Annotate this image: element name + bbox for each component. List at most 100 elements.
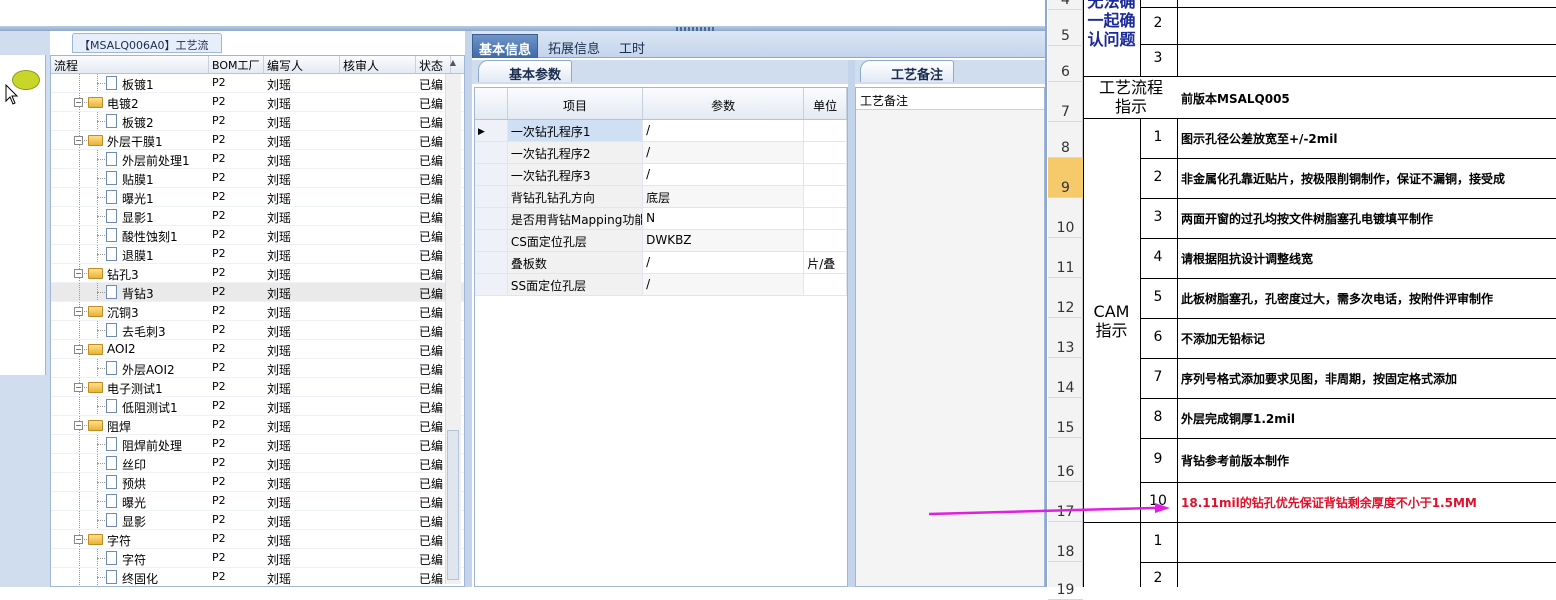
row-number[interactable]: 18 <box>1048 522 1083 562</box>
params-row[interactable]: 一次钻孔程序3/ <box>475 164 847 186</box>
col-bom[interactable]: BOM工厂 <box>209 56 264 73</box>
row-number[interactable]: 19 <box>1048 562 1083 600</box>
tab-work-hours[interactable]: 工时 <box>613 34 651 58</box>
row-number[interactable]: 12 <box>1048 278 1083 318</box>
process-flow-tab[interactable]: 【MSALQ006A0】工艺流程 <box>72 33 222 68</box>
row-indicator[interactable] <box>475 208 508 229</box>
row-number[interactable]: 4 <box>1048 0 1083 10</box>
row-indicator[interactable] <box>475 164 508 185</box>
row-indicator[interactable] <box>475 186 508 207</box>
col-status[interactable]: 状态 <box>416 56 451 73</box>
tree-row[interactable]: − 外层干膜1 P2 刘瑶 已编 <box>51 131 464 150</box>
param-value[interactable]: / <box>643 142 805 163</box>
params-row[interactable]: 是否用背钻Mapping功能 N <box>475 208 847 230</box>
tree-cell-name: − 外层干膜1 <box>51 131 209 149</box>
tree-row[interactable]: 低阻测试1 P2 刘瑶 已编 <box>51 397 464 416</box>
collapse-icon[interactable]: − <box>74 421 83 430</box>
tree-row[interactable]: 丝印 P2 刘瑶 已编 <box>51 454 464 473</box>
tree-row[interactable]: − 字符 P2 刘瑶 已编 <box>51 530 464 549</box>
tree-cell-bom: P2 <box>212 513 226 526</box>
params-row[interactable]: ▶ 一次钻孔程序1/ <box>475 120 847 142</box>
row-number[interactable]: 9 <box>1048 158 1083 198</box>
tree-row[interactable]: 酸性蚀刻1 P2 刘瑶 已编 <box>51 226 464 245</box>
collapse-icon[interactable]: − <box>74 269 83 278</box>
document-icon <box>106 209 117 223</box>
row-number[interactable]: 13 <box>1048 318 1083 358</box>
col-reviewer[interactable]: 核审人 <box>340 56 416 73</box>
row-number[interactable]: 16 <box>1048 438 1083 482</box>
collapse-icon[interactable]: − <box>74 136 83 145</box>
collapse-icon[interactable]: − <box>74 98 83 107</box>
col-process[interactable]: 流程 <box>51 56 209 73</box>
tree-row[interactable]: − 阻焊 P2 刘瑶 已编 <box>51 416 464 435</box>
collapse-icon[interactable]: − <box>74 535 83 544</box>
splitter-right[interactable] <box>848 60 855 587</box>
param-value[interactable]: 底层 <box>643 186 805 207</box>
params-row[interactable]: 叠板数 / 片/叠 <box>475 252 847 274</box>
param-value[interactable]: / <box>643 120 805 141</box>
tree-row[interactable]: 预烘 P2 刘瑶 已编 <box>51 473 464 492</box>
row-number[interactable]: 7 <box>1048 82 1083 122</box>
tree-scroll-thumb[interactable] <box>447 430 459 580</box>
tree-row[interactable]: 板镀1 P2 刘瑶 已编 <box>51 74 464 93</box>
collapse-icon[interactable]: − <box>74 345 83 354</box>
tree-cell-name: − 字符 <box>51 530 209 548</box>
tree-row[interactable]: 显影1 P2 刘瑶 已编 <box>51 207 464 226</box>
scroll-up-icon[interactable]: ▲ <box>447 58 459 72</box>
tree-row[interactable]: 字符 P2 刘瑶 已编 <box>51 549 464 568</box>
tree-row[interactable]: − 沉铜3 P2 刘瑶 已编 <box>51 302 464 321</box>
row-number[interactable]: 8 <box>1048 122 1083 158</box>
col-unit[interactable]: 单位 <box>804 88 847 119</box>
tab-extended-info[interactable]: 拓展信息 <box>542 34 606 58</box>
subtab-process-notes[interactable]: 工艺备注 <box>860 60 955 83</box>
param-value[interactable]: / <box>643 252 805 273</box>
tree-row[interactable]: 退膜1 P2 刘瑶 已编 <box>51 245 464 264</box>
param-value[interactable]: / <box>643 164 805 185</box>
tree-row[interactable]: 背钻3 P2 刘瑶 已编 <box>51 283 464 302</box>
param-value[interactable]: DWKBZ <box>643 230 805 251</box>
param-value[interactable]: / <box>643 274 805 295</box>
tab-basic-info[interactable]: 基本信息 <box>472 34 539 58</box>
params-row[interactable]: CS面定位孔层 DWKBZ <box>475 230 847 252</box>
process-tree-grid: 流程 BOM工厂 编写人 核审人 状态 板镀1 P2 刘瑶 已编 − 电镀2 P2 刘瑶 已编板… <box>50 55 465 587</box>
params-row[interactable]: 一次钻孔程序2/ <box>475 142 847 164</box>
params-row[interactable]: 背钻孔钻孔方向 底层 <box>475 186 847 208</box>
tree-row[interactable]: − 钻孔3 P2 刘瑶 已编 <box>51 264 464 283</box>
tree-row[interactable]: 外层AOI2 P2 刘瑶 已编 <box>51 359 464 378</box>
cam-item-number: 6 <box>1153 329 1163 345</box>
tree-row[interactable]: 外层前处理1 P2 刘瑶 已编 <box>51 150 464 169</box>
tree-row[interactable]: 阻焊前处理 P2 刘瑶 已编 <box>51 435 464 454</box>
row-indicator[interactable] <box>475 252 508 273</box>
tree-row[interactable]: 曝光 P2 刘瑶 已编 <box>51 492 464 511</box>
row-indicator[interactable] <box>475 230 508 251</box>
splitter-left[interactable] <box>465 31 472 587</box>
row-indicator[interactable] <box>475 142 508 163</box>
params-row[interactable]: SS面定位孔层 / <box>475 274 847 296</box>
tree-row[interactable]: 板镀2 P2 刘瑶 已编 <box>51 112 464 131</box>
collapse-icon[interactable]: − <box>74 307 83 316</box>
unconfirmed-label: 无法确 一起确 认问题 <box>1087 0 1136 49</box>
tree-row[interactable]: − 电镀2 P2 刘瑶 已编 <box>51 93 464 112</box>
row-number[interactable]: 5 <box>1048 10 1083 46</box>
row-number[interactable]: 11 <box>1048 238 1083 278</box>
tree-row[interactable]: − AOI2 P2 刘瑶 已编 <box>51 340 464 359</box>
row-number[interactable]: 14 <box>1048 358 1083 398</box>
row-number[interactable]: 6 <box>1048 46 1083 82</box>
collapse-icon[interactable]: − <box>74 383 83 392</box>
tree-row[interactable]: 贴膜1 P2 刘瑶 已编 <box>51 169 464 188</box>
row-indicator[interactable] <box>475 274 508 295</box>
col-value[interactable]: 参数 <box>643 88 805 119</box>
cam-item-text: 外层完成铜厚1.2mil <box>1181 412 1295 426</box>
row-number[interactable]: 15 <box>1048 398 1083 438</box>
row-number[interactable]: 10 <box>1048 198 1083 238</box>
tree-row[interactable]: − 电子测试1 P2 刘瑶 已编 <box>51 378 464 397</box>
param-value[interactable]: N <box>643 208 805 229</box>
tree-row[interactable]: 曝光1 P2 刘瑶 已编 <box>51 188 464 207</box>
tree-row[interactable]: 去毛刺3 P2 刘瑶 已编 <box>51 321 464 340</box>
row-indicator[interactable]: ▶ <box>475 120 508 141</box>
tree-row[interactable]: 终固化 P2 刘瑶 已编 <box>51 568 464 586</box>
col-writer[interactable]: 编写人 <box>264 56 340 73</box>
subtab-basic-params[interactable]: 基本参数 <box>478 60 573 83</box>
col-item[interactable]: 项目 <box>508 88 644 119</box>
tree-row[interactable]: 显影 P2 刘瑶 已编 <box>51 511 464 530</box>
